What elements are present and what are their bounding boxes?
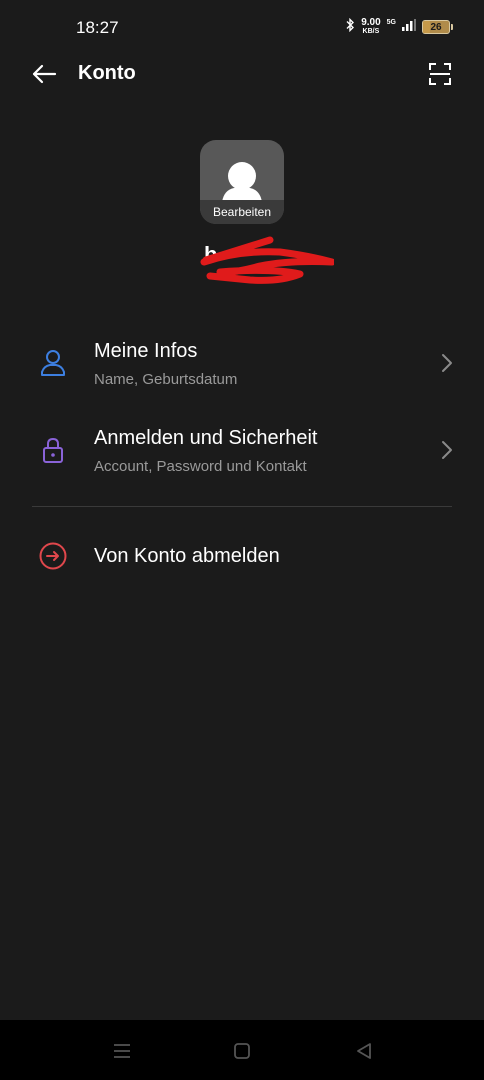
lock-icon bbox=[36, 433, 70, 467]
avatar-edit-label[interactable]: Bearbeiten bbox=[200, 200, 284, 224]
battery-level: 26 bbox=[430, 21, 442, 33]
status-time: 18:27 bbox=[76, 18, 119, 37]
battery-fill bbox=[423, 21, 430, 33]
recent-apps-button[interactable] bbox=[109, 1038, 135, 1064]
divider bbox=[32, 506, 452, 507]
avatar[interactable]: Bearbeiten bbox=[200, 140, 284, 224]
bluetooth-icon bbox=[345, 17, 355, 37]
chevron-right-icon bbox=[442, 354, 452, 372]
network-speed-unit: KB/S bbox=[362, 28, 380, 35]
logout-label: Von Konto abmelden bbox=[94, 545, 280, 567]
back-nav-button[interactable] bbox=[351, 1038, 377, 1064]
home-square-icon bbox=[234, 1043, 250, 1059]
system-nav-bar bbox=[0, 1020, 484, 1080]
network-type: 5G bbox=[386, 18, 396, 26]
menu-item-subtitle: Name, Geburtsdatum bbox=[94, 371, 238, 388]
status-icons: 9.00 KB/S 5G 26 bbox=[345, 16, 453, 38]
logout-button[interactable]: Von Konto abmelden bbox=[0, 520, 484, 592]
battery-icon: 26 bbox=[422, 20, 453, 34]
scan-icon bbox=[429, 63, 451, 85]
username: b bbox=[150, 232, 334, 284]
redaction-scribble bbox=[200, 236, 334, 284]
status-bar: 18:27 9.00 KB/S 5G 26 bbox=[0, 0, 484, 52]
menu-item-subtitle: Account, Password und Kontakt bbox=[94, 458, 307, 475]
signal-icon bbox=[402, 18, 416, 36]
menu-item-my-info[interactable]: Meine Infos Name, Geburtsdatum bbox=[0, 328, 484, 408]
app-header: Konto bbox=[0, 52, 484, 96]
scan-button[interactable] bbox=[424, 58, 456, 90]
menu-item-login-security[interactable]: Anmelden und Sicherheit Account, Passwor… bbox=[0, 415, 484, 495]
menu-item-title: Meine Infos bbox=[94, 340, 198, 362]
chevron-right-icon bbox=[442, 441, 452, 459]
person-icon bbox=[36, 346, 70, 380]
arrow-left-icon bbox=[32, 64, 57, 84]
back-button[interactable] bbox=[28, 58, 60, 90]
home-button[interactable] bbox=[229, 1038, 255, 1064]
page-title: Konto bbox=[78, 62, 136, 84]
logout-icon bbox=[36, 539, 70, 573]
triangle-back-icon bbox=[357, 1043, 371, 1059]
network-speed: 9.00 KB/S bbox=[361, 18, 380, 36]
menu-icon bbox=[114, 1044, 130, 1058]
account-screen: 18:27 9.00 KB/S 5G 26 Konto Bearbeiten b… bbox=[0, 0, 484, 1080]
menu-item-title: Anmelden und Sicherheit bbox=[94, 427, 318, 449]
network-speed-value: 9.00 bbox=[361, 17, 381, 28]
